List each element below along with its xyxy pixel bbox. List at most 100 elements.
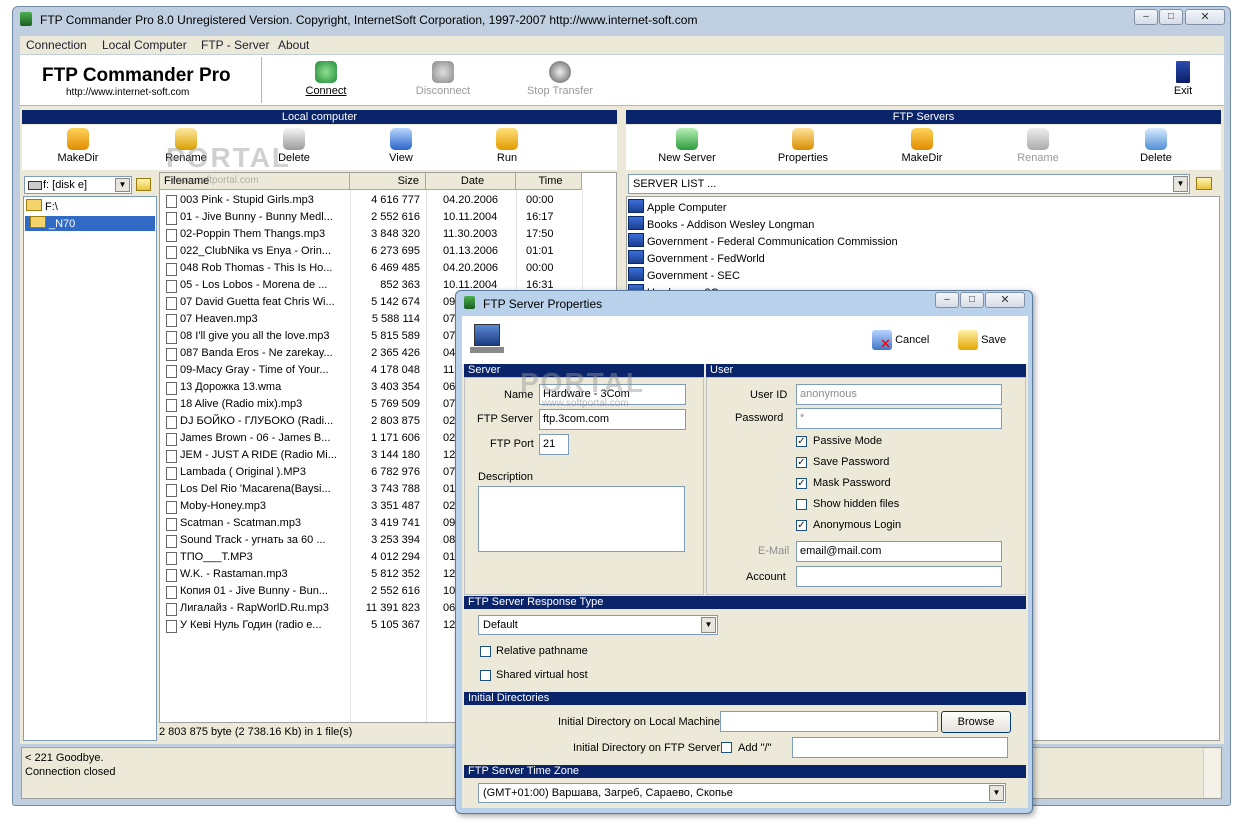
cancel-button[interactable]: ✕ Cancel <box>872 330 929 352</box>
file-icon <box>166 382 177 395</box>
cancel-label: Cancel <box>895 334 930 346</box>
ftp-server-field[interactable]: ftp.3com.com <box>539 409 686 430</box>
server-item[interactable]: Government - FedWorld <box>628 250 765 267</box>
local-view-button[interactable]: View <box>375 128 427 164</box>
chevron-down-icon[interactable]: ▼ <box>115 178 130 192</box>
save-button[interactable]: Save <box>958 330 1006 352</box>
file-date: 04.20.2006 <box>443 194 499 206</box>
column-size[interactable]: Size <box>350 173 426 190</box>
response-type-select[interactable]: Default ▼ <box>478 615 718 635</box>
add-slash-label: Add "/" <box>738 742 772 754</box>
option-checkbox[interactable]: ✓ <box>796 457 807 468</box>
server-list-select[interactable]: SERVER LIST ... ▼ <box>628 174 1190 194</box>
email-field[interactable]: email@mail.com <box>796 541 1002 562</box>
file-row[interactable]: 02-Poppin Them Thangs.mp3 3 848 320 11.30.… <box>160 226 616 243</box>
file-time: 01:01 <box>526 245 554 257</box>
dialog-close-button[interactable]: ✕ <box>985 292 1025 308</box>
local-run-label: Run <box>496 152 518 164</box>
description-field[interactable] <box>478 486 685 552</box>
file-name: 13 Дорожка 13.wma <box>180 381 282 393</box>
file-icon <box>166 297 177 310</box>
browse-button[interactable]: Browse <box>941 711 1011 733</box>
remote-rename-button[interactable]: Rename <box>1012 128 1064 164</box>
tree-item-root[interactable]: F:\ <box>26 199 58 213</box>
relative-pathname-checkbox[interactable] <box>480 646 491 657</box>
file-date: 11.30.2003 <box>443 228 498 240</box>
file-icon <box>166 518 177 531</box>
account-field[interactable] <box>796 566 1002 587</box>
file-row[interactable]: 022_ClubNika vs Enya - Orin... 6 273 695 0… <box>160 243 616 260</box>
file-size: 5 105 367 <box>371 619 420 631</box>
remote-makedir-button[interactable]: MakeDir <box>896 128 948 164</box>
ftp-port-field[interactable]: 21 <box>539 434 569 455</box>
minimize-button[interactable]: – <box>1134 9 1158 25</box>
column-date[interactable]: Date <box>426 173 516 190</box>
menu-local-computer[interactable]: Local Computer <box>102 38 187 52</box>
chevron-down-icon[interactable]: ▼ <box>1173 176 1188 192</box>
stop-transfer-button[interactable]: Stop Transfer <box>520 61 600 97</box>
file-size: 1 171 606 <box>371 432 420 444</box>
file-name: Los Del Rio 'Macarena(Baysi... <box>180 483 331 495</box>
dialog-maximize-button[interactable]: □ <box>960 292 984 308</box>
local-run-button[interactable]: Run <box>481 128 533 164</box>
server-item[interactable]: Apple Computer <box>628 199 727 216</box>
file-row[interactable]: 003 Pink - Stupid Girls.mp3 4 616 777 04.2… <box>160 192 616 209</box>
menu-ftp-server[interactable]: FTP - Server <box>201 38 269 52</box>
chevron-down-icon[interactable]: ▼ <box>701 617 716 633</box>
tree-item-selected[interactable]: _N70 <box>25 216 155 231</box>
properties-label: Properties <box>777 152 829 164</box>
exit-button[interactable]: Exit <box>1163 61 1203 97</box>
chevron-down-icon[interactable]: ▼ <box>989 785 1004 801</box>
log-line: Connection closed <box>25 766 116 778</box>
menu-connection[interactable]: Connection <box>26 38 87 52</box>
ftp-servers-header: FTP Servers <box>626 110 1221 124</box>
menu-about[interactable]: About <box>278 38 309 52</box>
dialog-title: FTP Server Properties <box>483 297 603 311</box>
folder-up-icon[interactable] <box>136 178 151 191</box>
local-makedir-button[interactable]: MakeDir <box>52 128 104 164</box>
option-checkbox[interactable]: ✓ <box>796 436 807 447</box>
user-id-field[interactable]: anonymous <box>796 384 1002 405</box>
computer-icon <box>474 324 500 346</box>
server-item[interactable]: Government - Federal Communication Commi… <box>628 233 898 250</box>
server-icon <box>628 233 644 247</box>
initdir-local-field[interactable] <box>720 711 938 732</box>
relative-pathname-label: Relative pathname <box>496 645 588 657</box>
shared-virtual-host-checkbox[interactable] <box>480 670 491 681</box>
close-button[interactable]: ✕ <box>1185 9 1225 25</box>
option-checkbox[interactable]: ✓ <box>796 478 807 489</box>
option-checkbox[interactable]: ✓ <box>796 520 807 531</box>
file-row[interactable]: 048 Rob Thomas - This Is Ho... 6 469 485 0… <box>160 260 616 277</box>
new-server-button[interactable]: New Server <box>652 128 722 164</box>
disconnect-button[interactable]: Disconnect <box>408 61 478 97</box>
drive-select[interactable]: f: [disk e] ▼ <box>24 176 132 194</box>
folder-open-icon <box>26 199 42 211</box>
file-name: Scatman - Scatman.mp3 <box>180 517 302 529</box>
add-slash-checkbox[interactable] <box>721 742 732 753</box>
time-zone-select[interactable]: (GMT+01:00) Варшава, Загреб, Сараево, Ск… <box>478 783 1006 803</box>
maximize-button[interactable]: □ <box>1159 9 1183 25</box>
connect-button[interactable]: Connect <box>296 61 356 97</box>
initdir-ftp-field[interactable] <box>792 737 1008 758</box>
response-type-header: FTP Server Response Type <box>464 596 1026 609</box>
log-scrollbar[interactable] <box>1203 749 1220 797</box>
option-checkbox[interactable] <box>796 499 807 510</box>
file-name: Копия 01 - Jive Bunny - Bun... <box>180 585 328 597</box>
file-icon <box>166 569 177 582</box>
dialog-toolbar: ✕ Cancel Save <box>462 316 1028 364</box>
folder-up-icon[interactable] <box>1196 177 1212 190</box>
folder-new-icon <box>67 128 89 150</box>
file-name: Sound Track - угнать за 60 ... <box>180 534 326 546</box>
file-icon <box>166 212 177 225</box>
properties-icon <box>792 128 814 150</box>
file-size: 5 142 674 <box>371 296 420 308</box>
server-item[interactable]: Government - SEC <box>628 267 740 284</box>
password-field[interactable]: * <box>796 408 1002 429</box>
file-row[interactable]: 01 - Jive Bunny - Bunny Medl... 2 552 616… <box>160 209 616 226</box>
remote-delete-button[interactable]: Delete <box>1130 128 1182 164</box>
properties-button[interactable]: Properties <box>771 128 835 164</box>
dialog-minimize-button[interactable]: – <box>935 292 959 308</box>
column-time[interactable]: Time <box>516 173 582 190</box>
server-item[interactable]: Books - Addison Wesley Longman <box>628 216 814 233</box>
file-name: W.K. - Rastaman.mp3 <box>180 568 288 580</box>
